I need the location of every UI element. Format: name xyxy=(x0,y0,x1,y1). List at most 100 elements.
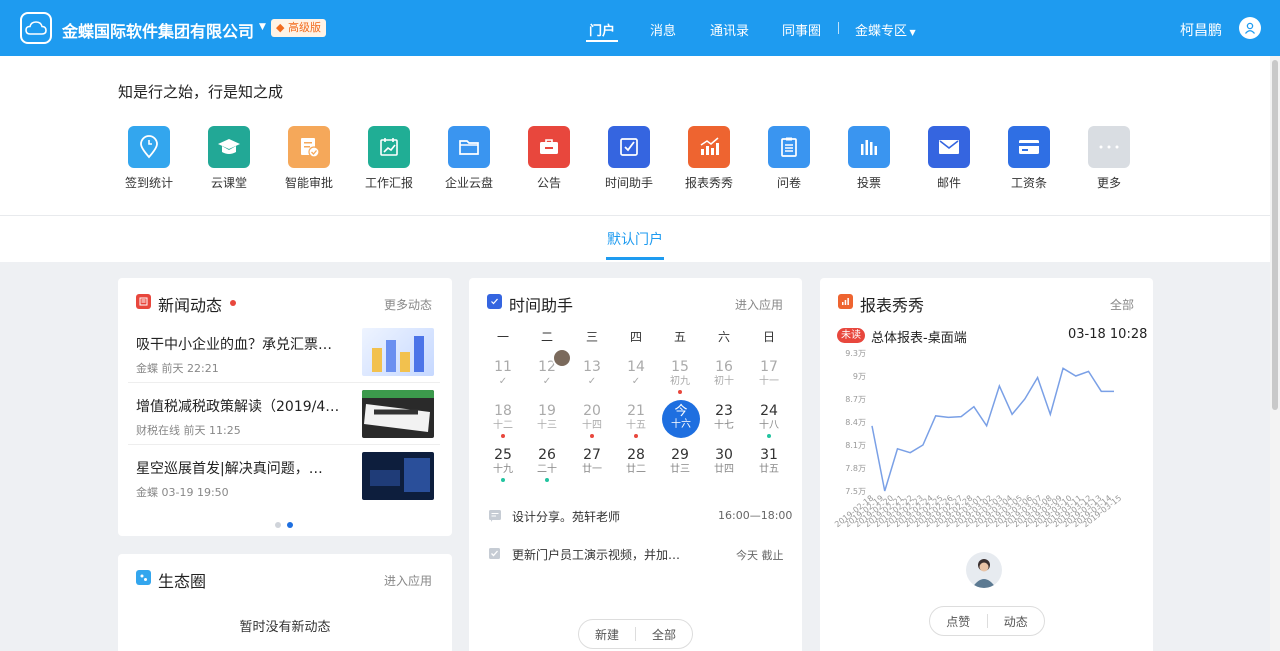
y-tick-label: 9.3万 xyxy=(845,349,866,358)
calendar-day[interactable]: 25 十九 xyxy=(485,447,521,482)
calendar-day[interactable]: 17 十一 xyxy=(751,359,787,388)
nav-contacts[interactable]: 通讯录 xyxy=(710,20,749,39)
calendar-day[interactable]: 11 ✓ xyxy=(485,359,521,388)
carousel-dot-active[interactable] xyxy=(287,522,293,528)
calendar-day[interactable]: 16 初十 xyxy=(706,359,742,388)
app-announcement[interactable]: 公告 xyxy=(509,126,589,191)
edition-badge: ◆ 高级版 xyxy=(271,19,326,37)
calendar-day[interactable]: 19 十三 xyxy=(529,403,565,432)
task-item[interactable]: 更新门户员工演示视频，并加… xyxy=(512,546,680,563)
news-thumbnail[interactable] xyxy=(362,390,434,438)
app-label: 更多 xyxy=(1096,176,1121,190)
nav-colleagues[interactable]: 同事圈 xyxy=(782,20,821,39)
calendar-day[interactable]: 27 廿一 xyxy=(574,447,610,476)
calendar-day[interactable]: 29 廿三 xyxy=(662,447,698,476)
all-reports-link[interactable]: 全部 xyxy=(1110,296,1134,313)
lunar-date: 二十 xyxy=(537,464,557,475)
lunar-date: 十六 xyxy=(671,419,691,430)
app-payslip[interactable]: 工资条 xyxy=(989,126,1069,191)
weekday-header: 一 xyxy=(496,330,509,344)
report-title: 报表秀秀 xyxy=(860,296,925,315)
event-dot xyxy=(767,434,771,438)
calendar-day[interactable]: 21 十五 xyxy=(618,403,654,438)
task-item[interactable]: 设计分享。苑轩老师 xyxy=(512,508,620,525)
app-report-show[interactable]: 报表秀秀 xyxy=(669,126,749,191)
calendar-day[interactable]: 18 十二 xyxy=(485,403,521,438)
calendar-day[interactable]: 23 十七 xyxy=(706,403,742,432)
calendar-day[interactable]: 13 ✓ xyxy=(574,359,610,388)
lunar-date: 廿三 xyxy=(670,464,690,475)
checkmark-icon: ✓ xyxy=(631,376,641,387)
app-mail[interactable]: 邮件 xyxy=(909,126,989,191)
calendar-day[interactable]: 31 廿五 xyxy=(751,447,787,476)
event-dot xyxy=(545,478,549,482)
nav-portal[interactable]: 门户 xyxy=(589,20,615,39)
app-label: 投票 xyxy=(856,176,881,190)
news-divider xyxy=(128,444,440,445)
calendar-day[interactable]: 28 廿二 xyxy=(618,447,654,476)
unread-dot xyxy=(230,300,236,306)
todo-icon xyxy=(488,546,502,565)
app-work-report[interactable]: 工作汇报 xyxy=(349,126,429,191)
event-avatar[interactable] xyxy=(552,348,572,368)
calendar-day[interactable]: 24 十八 xyxy=(751,403,787,438)
calendar-day[interactable]: 14 ✓ xyxy=(618,359,654,388)
event-icon xyxy=(488,508,502,527)
enter-app-link[interactable]: 进入应用 xyxy=(735,296,783,313)
app-cloud-drive[interactable]: 企业云盘 xyxy=(429,126,509,191)
report-card: 报表秀秀 全部 未读 总体报表-桌面端 03-18 10:28 9.3万 9万 8.… xyxy=(820,278,1153,651)
lunar-date: 廿二 xyxy=(626,464,646,475)
lunar-date: 十九 xyxy=(493,464,513,475)
feed-button[interactable]: 动态 xyxy=(988,613,1045,630)
scrollbar-thumb[interactable] xyxy=(1272,60,1278,410)
news-thumbnail[interactable] xyxy=(362,328,434,376)
empty-message: 暂时没有新动态 xyxy=(239,620,331,635)
company-dropdown-icon[interactable]: ▼ xyxy=(259,22,266,32)
user-name[interactable]: 柯昌鹏 xyxy=(1180,20,1222,40)
weekday-header: 五 xyxy=(673,330,686,344)
like-button[interactable]: 点赞 xyxy=(930,613,987,630)
carousel-dot[interactable] xyxy=(275,522,281,528)
checkbox-icon xyxy=(487,294,502,309)
day-number: 28 xyxy=(627,447,645,463)
calendar-day[interactable]: 15 初九 xyxy=(662,359,698,394)
app-time-assistant[interactable]: 时间助手 xyxy=(589,126,669,191)
nav-kingdee-zone[interactable]: 金蝶专区 ▼ xyxy=(855,20,916,39)
lunar-date: 十一 xyxy=(759,376,779,387)
more-news-link[interactable]: 更多动态 xyxy=(384,296,432,313)
approval-icon xyxy=(288,126,330,168)
app-smart-approval[interactable]: 智能审批 xyxy=(269,126,349,191)
lunar-date: 十八 xyxy=(759,420,779,431)
tab-default-portal[interactable]: 默认门户 xyxy=(607,229,663,249)
report-line-chart[interactable]: 9.3万9万8.7万8.4万8.1万7.8万7.5万2019-02-182019… xyxy=(820,344,1153,544)
enter-app-link[interactable]: 进入应用 xyxy=(384,572,432,589)
app-cloud-classroom[interactable]: 云课堂 xyxy=(189,126,269,191)
event-dot xyxy=(501,434,505,438)
app-label: 邮件 xyxy=(936,176,961,190)
news-thumbnail[interactable] xyxy=(362,452,434,500)
app-vote[interactable]: 投票 xyxy=(829,126,909,191)
reporter-avatar[interactable] xyxy=(966,552,1002,588)
app-more[interactable]: 更多 xyxy=(1069,126,1149,191)
ecosystem-icon xyxy=(136,570,151,585)
today-cell[interactable]: 今十六 xyxy=(662,400,700,438)
app-checkin-stats[interactable]: 签到统计 xyxy=(109,126,189,191)
day-number: 19 xyxy=(538,403,556,419)
bar-trend-icon xyxy=(838,294,853,309)
nav-messages[interactable]: 消息 xyxy=(650,20,676,39)
card-icon xyxy=(1008,126,1050,168)
new-button[interactable]: 新建 xyxy=(579,626,635,643)
all-button[interactable]: 全部 xyxy=(636,626,692,643)
cloud-logo-icon[interactable] xyxy=(20,12,52,44)
calendar-day[interactable]: 26 二十 xyxy=(529,447,565,482)
day-number: 29 xyxy=(671,447,689,463)
app-questionnaire[interactable]: 问卷 xyxy=(749,126,829,191)
weekday-header: 四 xyxy=(629,330,642,344)
calendar-day[interactable]: 20 十四 xyxy=(574,403,610,438)
day-number: 30 xyxy=(715,447,733,463)
user-avatar-icon[interactable] xyxy=(1239,17,1261,39)
company-name[interactable]: 金蝶国际软件集团有限公司 xyxy=(62,18,254,42)
calendar-day[interactable]: 30 廿四 xyxy=(706,447,742,476)
y-tick-label: 9万 xyxy=(853,372,866,381)
day-number: 25 xyxy=(494,447,512,463)
